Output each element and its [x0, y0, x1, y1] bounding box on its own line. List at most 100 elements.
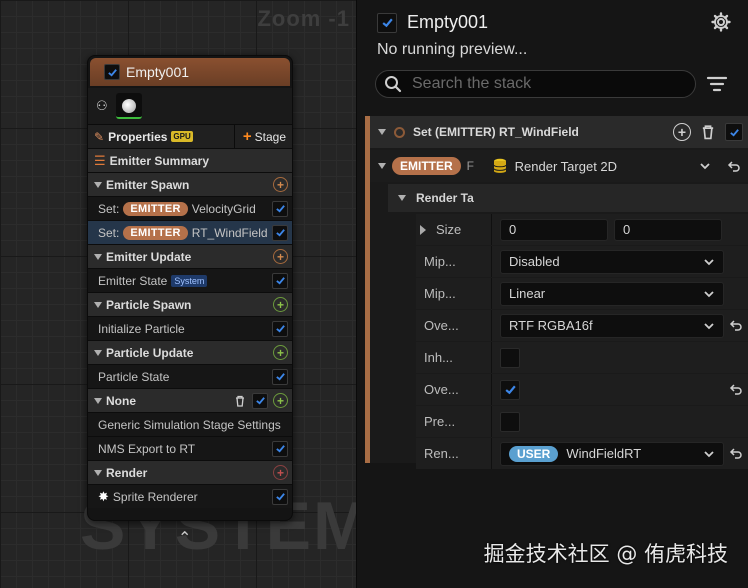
details-title: Empty001	[407, 12, 489, 32]
chevron-down-icon	[704, 290, 714, 297]
preview-checkbox[interactable]	[500, 411, 520, 432]
properties-label: Properties	[108, 129, 168, 144]
section-label: Particle Spawn	[106, 297, 192, 312]
collapse-arrow-icon[interactable]	[378, 163, 386, 169]
module-nms-export[interactable]: NMS Export to RT	[88, 436, 292, 460]
emitter-param-row[interactable]: EMITTER F Render Target 2D	[370, 150, 748, 182]
section-label: Particle Update	[106, 345, 194, 360]
module-label: VelocityGrid	[191, 201, 256, 216]
module-enable-checkbox[interactable]	[272, 272, 288, 289]
collapse-arrow-icon[interactable]	[94, 181, 102, 188]
module-enable-checkbox[interactable]	[272, 440, 288, 457]
prop-row-mip-filter: Mip... Linear	[416, 278, 748, 309]
collapse-arrow-icon[interactable]	[94, 349, 102, 356]
add-module-icon[interactable]: +	[273, 345, 288, 360]
dropdown-value: WindFieldRT	[566, 446, 642, 461]
override-checkbox[interactable]	[500, 379, 520, 400]
section-particle-spawn[interactable]: Particle Spawn +	[88, 292, 292, 316]
preview-thumbnail[interactable]	[115, 93, 142, 119]
section-render[interactable]: Render +	[88, 460, 292, 484]
prop-label: Mip...	[416, 246, 492, 277]
module-enable-checkbox[interactable]	[272, 224, 288, 241]
mip-generation-dropdown[interactable]: Disabled	[500, 249, 724, 274]
plus-icon: +	[242, 128, 252, 145]
add-renderer-icon[interactable]: +	[273, 465, 288, 480]
render-target-user-dropdown[interactable]: USER WindFieldRT	[500, 441, 724, 466]
collapse-arrow-icon[interactable]	[94, 469, 102, 476]
module-enable-checkbox[interactable]	[272, 320, 288, 337]
size-x-field[interactable]: 0	[500, 218, 608, 241]
search-icon	[385, 76, 402, 93]
mip-filter-dropdown[interactable]: Linear	[500, 281, 724, 306]
module-header-row[interactable]: Set (EMITTER) RT_WindField +	[370, 116, 748, 148]
render-target-section-row[interactable]: Render Ta	[388, 184, 748, 212]
prop-value: USER WindFieldRT	[492, 438, 748, 469]
module-enable-checkbox[interactable]	[272, 368, 288, 385]
prop-label: Size	[436, 222, 462, 237]
module-enable-checkbox[interactable]	[725, 123, 743, 141]
filter-icon[interactable]	[706, 74, 728, 94]
emitter-enable-checkbox[interactable]	[377, 12, 397, 33]
collapse-arrow-icon[interactable]	[94, 397, 102, 404]
collapse-arrow-icon[interactable]	[94, 253, 102, 260]
module-enable-checkbox[interactable]	[272, 488, 288, 505]
module-label: RT_WindField	[191, 225, 267, 240]
prop-value: RTF RGBA16f	[492, 310, 748, 341]
reset-arrow-icon[interactable]	[729, 382, 743, 396]
prop-row-render-target-user: Ren... USER WindFieldRT	[416, 438, 748, 469]
emitter-summary-row[interactable]: ☰ Emitter Summary	[88, 148, 292, 172]
trash-icon[interactable]	[699, 123, 717, 141]
zoom-label: Zoom -1	[257, 6, 350, 31]
render-target-format-dropdown[interactable]: RTF RGBA16f	[500, 313, 724, 338]
emitter-node[interactable]: Empty001 ⚇ ✎ Properties GPU + Stage ☰ Em…	[87, 55, 293, 521]
properties-button[interactable]: ✎ Properties GPU	[88, 130, 234, 144]
stage-enable-checkbox[interactable]	[252, 392, 268, 409]
module-generic-sim-stage[interactable]: Generic Simulation Stage Settings	[88, 412, 292, 436]
search-box[interactable]	[375, 70, 696, 98]
dropdown-value: RTF RGBA16f	[509, 318, 593, 333]
section-particle-update[interactable]: Particle Update +	[88, 340, 292, 364]
sprite-icon: ✸	[98, 488, 109, 504]
section-emitter-spawn[interactable]: Emitter Spawn +	[88, 172, 292, 196]
type-dropdown-label[interactable]: Render Target 2D	[515, 159, 693, 174]
database-icon	[493, 158, 507, 173]
section-emitter-update[interactable]: Emitter Update +	[88, 244, 292, 268]
prop-row-size: Size 0 0	[416, 214, 748, 245]
node-graph-canvas[interactable]: Zoom -1 SYSTEM Empty001 ⚇ ✎ Properties G…	[0, 0, 356, 588]
collapse-arrow-icon[interactable]	[378, 129, 386, 135]
list-icon: ☰	[94, 152, 106, 168]
chevron-up-icon[interactable]: ⌃	[178, 528, 191, 548]
collapse-arrow-icon[interactable]	[398, 195, 406, 201]
add-module-icon[interactable]: +	[273, 177, 288, 192]
reset-arrow-icon[interactable]	[729, 318, 743, 332]
module-set-velocitygrid[interactable]: Set: EMITTER VelocityGrid	[88, 196, 292, 220]
gear-icon[interactable]	[711, 12, 731, 32]
add-icon[interactable]: +	[673, 123, 691, 141]
reset-arrow-icon[interactable]	[727, 159, 741, 173]
collapse-arrow-icon[interactable]	[94, 301, 102, 308]
search-input[interactable]	[410, 74, 690, 94]
module-set-rt-windfield[interactable]: Set: EMITTER RT_WindField	[88, 220, 292, 244]
chevron-down-icon[interactable]	[699, 160, 711, 172]
node-enable-checkbox[interactable]	[104, 64, 120, 80]
add-module-icon[interactable]: +	[273, 393, 288, 408]
node-header[interactable]: Empty001	[90, 58, 290, 86]
reset-arrow-icon[interactable]	[729, 446, 743, 460]
trash-icon[interactable]	[233, 394, 247, 408]
add-module-icon[interactable]: +	[273, 249, 288, 264]
size-y-field[interactable]: 0	[614, 218, 722, 241]
expand-arrow-icon[interactable]	[420, 224, 426, 235]
add-module-icon[interactable]: +	[273, 297, 288, 312]
module-emitter-state[interactable]: Emitter State System	[88, 268, 292, 292]
prop-value	[492, 342, 748, 373]
section-none[interactable]: None +	[88, 388, 292, 412]
prop-value	[492, 374, 748, 405]
chevron-down-icon	[704, 258, 714, 265]
module-particle-state[interactable]: Particle State	[88, 364, 292, 388]
module-sprite-renderer[interactable]: ✸ Sprite Renderer	[88, 484, 292, 508]
module-enable-checkbox[interactable]	[272, 200, 288, 217]
module-initialize-particle[interactable]: Initialize Particle	[88, 316, 292, 340]
section-label: Emitter Spawn	[106, 177, 190, 192]
inherit-checkbox[interactable]	[500, 347, 520, 368]
add-stage-button[interactable]: + Stage	[233, 125, 292, 148]
